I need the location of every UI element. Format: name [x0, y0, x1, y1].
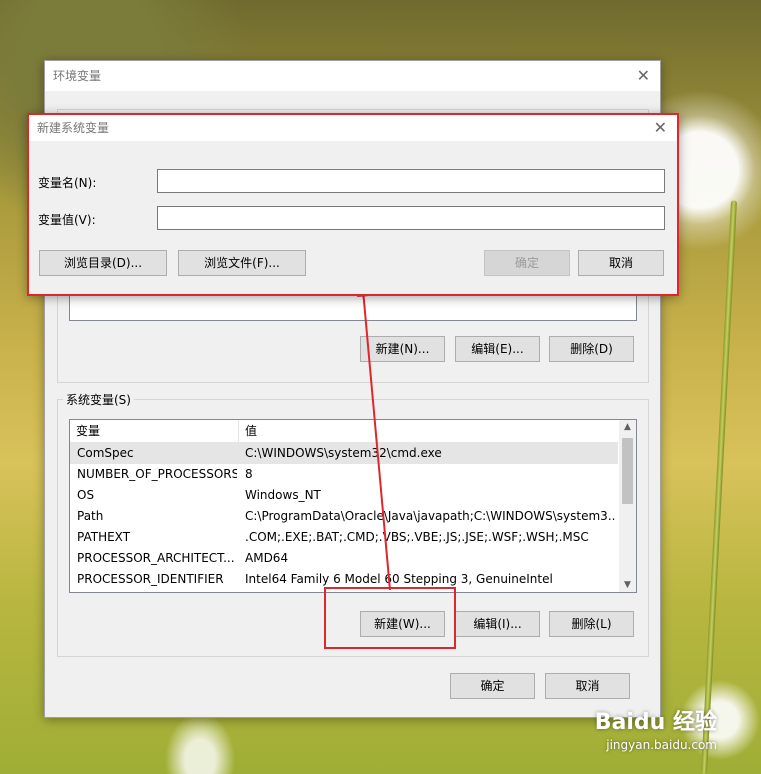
variable-value-input[interactable] [157, 206, 665, 230]
dialog-title: 新建系统变量 [37, 121, 110, 135]
variable-name-input[interactable] [157, 169, 665, 193]
variable-value-label: 变量值(V): [38, 213, 96, 227]
dialog-cancel-button[interactable]: 取消 [578, 250, 664, 276]
watermark-url: jingyan.baidu.com [606, 738, 717, 752]
dialog-close-icon[interactable]: ✕ [654, 115, 667, 141]
dialog-ok-button[interactable]: 确定 [484, 250, 570, 276]
dialog-title-bar: 新建系统变量 ✕ [29, 115, 677, 141]
browse-file-button[interactable]: 浏览文件(F)... [178, 250, 306, 276]
browse-directory-button[interactable]: 浏览目录(D)... [39, 250, 167, 276]
watermark-brand: Baidu 经验 [594, 710, 717, 735]
new-variable-dialog: 新建系统变量 ✕ 变量名(N): 变量值(V): 浏览目录(D)... 浏览文件… [27, 113, 679, 296]
variable-name-label: 变量名(N): [38, 176, 97, 190]
